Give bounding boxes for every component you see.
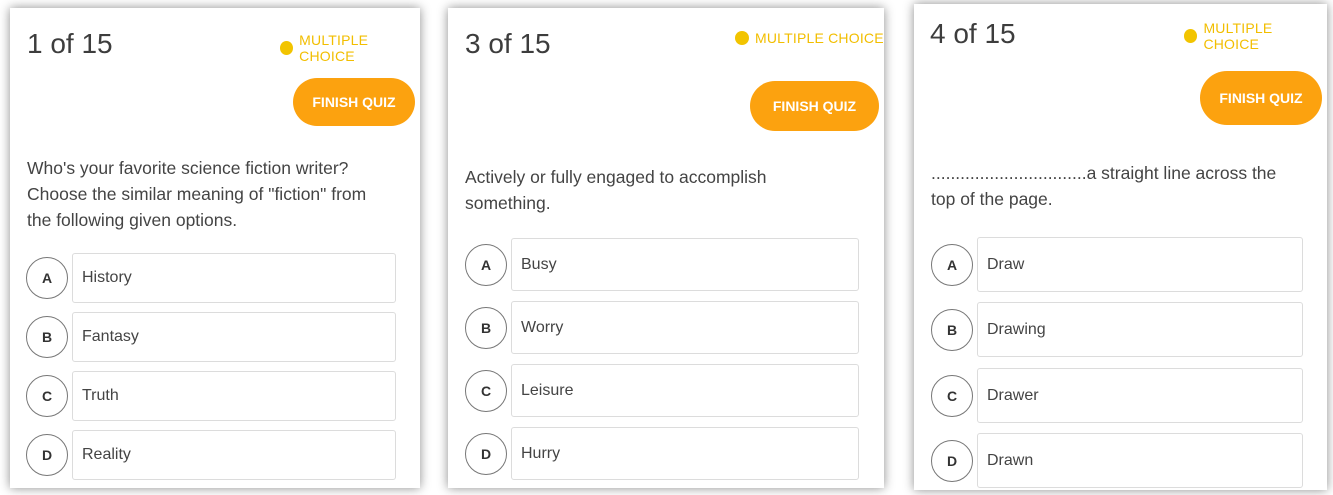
option-d[interactable]: D Hurry [465,427,859,480]
option-b[interactable]: B Worry [465,301,859,354]
question-line: Who's your favorite science fiction writ… [27,158,349,178]
option-text[interactable]: Drawn [977,433,1303,488]
option-b[interactable]: B Drawing [931,302,1303,357]
question-line: Actively or fully engaged to accomplish [465,167,767,187]
option-text[interactable]: Busy [511,238,859,291]
question-line: the following given options. [27,210,238,230]
option-d[interactable]: D Drawn [931,433,1303,488]
option-letter: B [931,308,973,351]
option-text[interactable]: History [72,253,396,303]
option-d[interactable]: D Reality [26,430,396,480]
badge-dot-icon [735,31,749,45]
option-a[interactable]: A Busy [465,238,859,291]
question-counter: 4 of 15 [930,18,1016,49]
option-text[interactable]: Fantasy [72,312,396,362]
question-counter: 3 of 15 [465,28,551,59]
option-text[interactable]: Draw [977,237,1303,292]
option-letter: A [26,257,68,299]
option-letter: D [26,434,68,476]
option-b[interactable]: B Fantasy [26,312,396,362]
question-counter: 1 of 15 [27,28,113,59]
option-c[interactable]: C Drawer [931,368,1303,423]
quiz-card: 1 of 15 MULTIPLE CHOICE FINISH QUIZ Who'… [10,8,420,488]
option-letter: C [931,374,973,417]
badge-dot-icon [1184,29,1198,43]
option-a[interactable]: A Draw [931,237,1303,292]
finish-quiz-button[interactable]: FINISH QUIZ [1200,71,1322,125]
option-text[interactable]: Drawing [977,302,1303,357]
finish-quiz-button[interactable]: FINISH QUIZ [293,78,415,126]
option-letter: A [931,243,973,286]
option-text[interactable]: Reality [72,430,396,480]
option-text[interactable]: Hurry [511,427,859,480]
badge-dot-icon [280,41,294,55]
option-letter: B [26,316,68,358]
question-line: Choose the similar meaning of "fiction" … [27,184,367,204]
question-line: ................................a straig… [931,163,1277,183]
option-letter: C [26,375,68,417]
badge-label: MULTIPLE CHOICE [299,32,369,64]
finish-quiz-button[interactable]: FINISH QUIZ [750,81,879,131]
option-text[interactable]: Drawer [977,368,1303,423]
option-letter: C [465,369,507,412]
question-text: Who's your favorite science fiction writ… [27,155,412,233]
option-letter: A [465,243,507,286]
question-line: something. [465,193,551,213]
question-text: Actively or fully engaged to accomplish … [465,164,875,216]
option-text[interactable]: Worry [511,301,859,354]
quiz-card: 4 of 15 MULTIPLE CHOICE FINISH QUIZ ....… [914,4,1327,490]
option-letter: D [465,432,507,475]
option-a[interactable]: A History [26,253,396,303]
option-letter: D [931,439,973,482]
question-type-badge: MULTIPLE CHOICE [1184,20,1327,52]
question-type-badge: MULTIPLE CHOICE [280,32,420,64]
option-text[interactable]: Truth [72,371,396,421]
option-c[interactable]: C Truth [26,371,396,421]
option-text[interactable]: Leisure [511,364,859,417]
question-line: top of the page. [931,189,1053,209]
option-letter: B [465,306,507,349]
question-type-badge: MULTIPLE CHOICE [735,30,884,46]
badge-label: MULTIPLE CHOICE [1203,20,1273,52]
question-text: ................................a straig… [931,160,1321,212]
badge-label: MULTIPLE CHOICE [755,30,884,46]
option-c[interactable]: C Leisure [465,364,859,417]
quiz-card: 3 of 15 MULTIPLE CHOICE FINISH QUIZ Acti… [448,8,884,488]
